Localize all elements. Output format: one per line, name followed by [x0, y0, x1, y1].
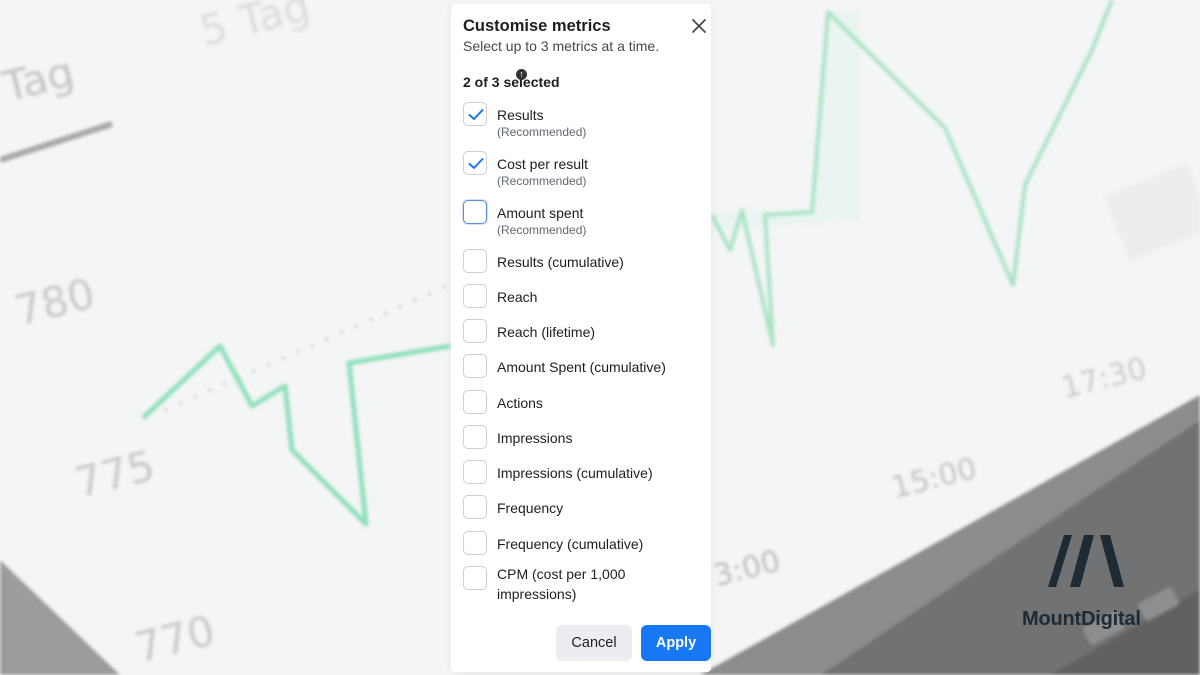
metric-checkbox[interactable] — [463, 102, 487, 126]
metric-option[interactable]: Frequency (cumulative) — [463, 531, 703, 559]
chart-line-left — [141, 343, 451, 527]
chart-line-right — [710, 0, 1114, 347]
metric-checkbox[interactable] — [463, 531, 487, 555]
metric-option[interactable]: CPM (cost per 1,000 impressions) — [463, 566, 703, 610]
metric-option-label: Actions — [497, 395, 543, 411]
cancel-button[interactable]: Cancel — [556, 625, 632, 661]
metric-checkbox[interactable] — [463, 425, 487, 449]
close-button[interactable] — [689, 16, 709, 36]
metric-option-recommended: (Recommended) — [497, 223, 587, 237]
close-icon — [692, 19, 706, 33]
metric-checkbox[interactable] — [463, 460, 487, 484]
dialog-subtitle: Select up to 3 metrics at a time. — [463, 38, 660, 54]
metric-checkbox[interactable] — [463, 319, 487, 343]
metric-checkbox[interactable] — [463, 200, 487, 224]
apply-button[interactable]: Apply — [641, 625, 711, 661]
metric-option-label: Frequency (cumulative) — [497, 536, 644, 552]
metric-checkbox[interactable] — [463, 284, 487, 308]
selection-count: 2 of 3 selected — [463, 74, 560, 90]
metric-checkbox[interactable] — [463, 390, 487, 414]
metric-option-label: Impressions (cumulative) — [497, 465, 653, 481]
metric-option-label: Cost per result — [497, 156, 589, 172]
metric-option-recommended: (Recommended) — [497, 125, 587, 139]
metric-option-recommended: (Recommended) — [497, 174, 587, 188]
metric-option-label: Amount spent — [497, 205, 584, 221]
metric-option[interactable]: Amount spent (Recommended) — [463, 200, 703, 244]
metric-option-label: Results (cumulative) — [497, 254, 624, 270]
dialog-title: Customise metrics — [463, 17, 611, 35]
metric-option[interactable]: Cost per result (Recommended) — [463, 151, 703, 195]
metric-option[interactable]: Actions — [463, 390, 703, 418]
metric-option[interactable]: Impressions — [463, 425, 703, 453]
metric-option[interactable]: Results (Recommended) — [463, 102, 703, 146]
metric-option[interactable]: Reach (lifetime) — [463, 319, 703, 347]
laptop-corner-left — [0, 560, 120, 675]
metric-option[interactable]: Impressions (cumulative) — [463, 460, 703, 488]
metric-option[interactable]: Results (cumulative) — [463, 249, 703, 277]
metric-option-label: Amount Spent (cumulative) — [497, 359, 666, 375]
metric-option[interactable]: Frequency — [463, 495, 703, 523]
metric-checkbox[interactable] — [463, 495, 487, 519]
metric-option-label: Frequency — [497, 500, 564, 516]
metric-option[interactable]: Amount Spent (cumulative) — [463, 354, 703, 382]
metric-checkbox[interactable] — [463, 354, 487, 378]
metric-checkbox[interactable] — [463, 566, 487, 590]
metric-checkbox[interactable] — [463, 151, 487, 175]
logo-name: MountDigital — [1022, 608, 1141, 630]
checkmark-icon — [468, 109, 484, 120]
metric-option[interactable]: Reach — [463, 284, 703, 312]
customise-metrics-dialog: Customise metrics Select up to 3 metrics… — [451, 4, 711, 672]
logo-mark-icon — [1048, 535, 1124, 587]
metric-option-label: Impressions — [497, 430, 573, 446]
mouse-cursor-icon: ↑ — [516, 69, 527, 80]
metric-option-label: Results — [497, 107, 544, 123]
metric-option-label: CPM (cost per 1,000 impressions) — [497, 566, 626, 602]
checkmark-icon — [468, 158, 484, 169]
metric-option-label: Reach — [497, 289, 538, 305]
metric-checkbox[interactable] — [463, 249, 487, 273]
metric-option-label: Reach (lifetime) — [497, 324, 596, 340]
